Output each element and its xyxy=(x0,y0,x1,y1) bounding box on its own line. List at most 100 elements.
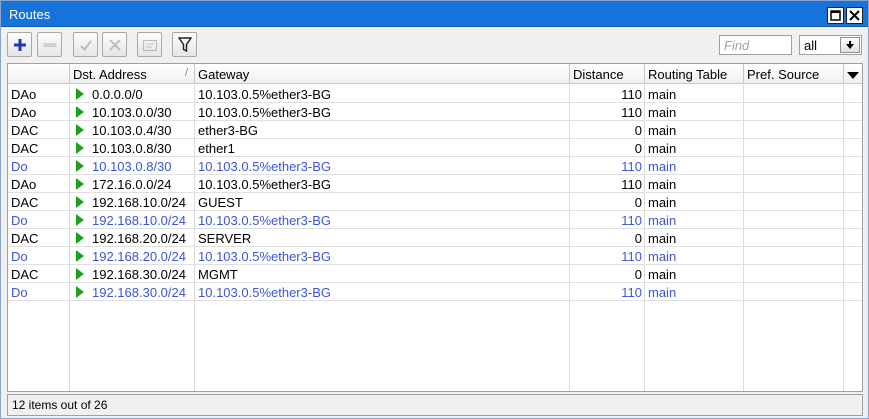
route-routing-table: main xyxy=(648,267,677,282)
route-dst-address: 0.0.0.0/0 xyxy=(70,85,195,103)
chevron-down-icon xyxy=(847,72,859,79)
route-active-icon xyxy=(76,286,84,298)
column-header-dst-address[interactable]: Dst. Address / xyxy=(70,64,195,84)
route-gateway: ether1 xyxy=(198,141,235,156)
route-dst-address-text: 192.168.20.0/24 xyxy=(92,249,186,264)
route-distance: 0 xyxy=(634,123,642,138)
route-distance: 0 xyxy=(634,231,642,246)
route-dst-address: 192.168.30.0/24 xyxy=(70,283,195,301)
table-row[interactable]: DAC 192.168.30.0/24 MGMT 0 main xyxy=(8,265,862,283)
route-active-icon xyxy=(76,250,84,262)
enable-button[interactable] xyxy=(73,32,98,57)
route-active-icon xyxy=(76,178,84,190)
route-pref-source xyxy=(744,139,844,157)
plus-icon xyxy=(13,38,26,51)
route-dst-address: 192.168.10.0/24 xyxy=(70,211,195,229)
column-header-gateway[interactable]: Gateway xyxy=(195,64,570,84)
close-button[interactable] xyxy=(846,7,863,24)
comment-button[interactable] xyxy=(137,32,162,57)
sort-indicator-icon: / xyxy=(184,67,188,79)
route-flags: DAo xyxy=(11,87,37,102)
table-row[interactable]: DAo 10.103.0.0/30 10.103.0.5%ether3-BG 1… xyxy=(8,103,862,121)
table-row[interactable]: Do 192.168.30.0/24 10.103.0.5%ether3-BG … xyxy=(8,283,862,301)
table-header: Dst. Address / Gateway Distance Routing … xyxy=(8,64,862,84)
filter-button[interactable] xyxy=(172,32,197,57)
route-dst-address-text: 10.103.0.4/30 xyxy=(92,123,172,138)
route-gateway: 10.103.0.5%ether3-BG xyxy=(198,159,331,174)
column-header-pref-source[interactable]: Pref. Source xyxy=(744,64,844,84)
column-header-flags[interactable] xyxy=(8,64,70,84)
filter-select-dropdown[interactable] xyxy=(840,37,860,53)
route-gateway: SERVER xyxy=(198,231,252,246)
route-active-icon xyxy=(76,196,84,208)
route-dst-address: 192.168.10.0/24 xyxy=(70,193,195,211)
column-header-routing-table[interactable]: Routing Table xyxy=(645,64,744,84)
table-body: DAo 0.0.0.0/0 10.103.0.5%ether3-BG 110 m… xyxy=(8,85,862,301)
table-row[interactable]: DAC 192.168.10.0/24 GUEST 0 main xyxy=(8,193,862,211)
route-gateway: MGMT xyxy=(198,267,238,282)
route-distance: 110 xyxy=(621,285,642,300)
route-active-icon xyxy=(76,160,84,172)
route-active-icon xyxy=(76,88,84,100)
route-distance: 110 xyxy=(621,249,642,264)
maximize-icon xyxy=(830,10,841,21)
route-distance: 0 xyxy=(634,195,642,210)
route-flags: Do xyxy=(11,213,28,228)
item-count: 12 items out of 26 xyxy=(12,398,108,412)
table-row[interactable]: DAC 10.103.0.4/30 ether3-BG 0 main xyxy=(8,121,862,139)
route-gateway: 10.103.0.5%ether3-BG xyxy=(198,105,331,120)
route-dst-address-text: 192.168.10.0/24 xyxy=(92,213,186,228)
route-routing-table: main xyxy=(648,285,677,300)
route-flags: DAC xyxy=(11,195,39,210)
add-button[interactable] xyxy=(7,32,32,57)
route-gateway: 10.103.0.5%ether3-BG xyxy=(198,285,331,300)
route-pref-source xyxy=(744,85,844,103)
route-dst-address: 192.168.20.0/24 xyxy=(70,229,195,247)
table-row[interactable]: Do 192.168.20.0/24 10.103.0.5%ether3-BG … xyxy=(8,247,862,265)
table-row[interactable]: DAo 0.0.0.0/0 10.103.0.5%ether3-BG 110 m… xyxy=(8,85,862,103)
route-dst-address: 192.168.20.0/24 xyxy=(70,247,195,265)
disable-button[interactable] xyxy=(102,32,127,57)
route-dst-address: 10.103.0.4/30 xyxy=(70,121,195,139)
route-flags: DAC xyxy=(11,267,39,282)
route-active-icon xyxy=(76,214,84,226)
table-row[interactable]: Do 192.168.10.0/24 10.103.0.5%ether3-BG … xyxy=(8,211,862,229)
column-header-distance[interactable]: Distance xyxy=(570,64,645,84)
route-gateway: 10.103.0.5%ether3-BG xyxy=(198,87,331,102)
route-active-icon xyxy=(76,142,84,154)
route-pref-source xyxy=(744,157,844,175)
column-header-label: Dst. Address xyxy=(73,67,147,82)
route-distance: 110 xyxy=(621,159,642,174)
route-active-icon xyxy=(76,232,84,244)
route-routing-table: main xyxy=(648,105,677,120)
note-icon xyxy=(142,39,157,51)
route-routing-table: main xyxy=(648,123,677,138)
table-row[interactable]: DAC 192.168.20.0/24 SERVER 0 main xyxy=(8,229,862,247)
route-distance: 0 xyxy=(634,141,642,156)
filter-icon xyxy=(177,36,192,52)
table-row[interactable]: DAo 172.16.0.0/24 10.103.0.5%ether3-BG 1… xyxy=(8,175,862,193)
route-dst-address: 172.16.0.0/24 xyxy=(70,175,195,193)
table-row[interactable]: Do 10.103.0.8/30 10.103.0.5%ether3-BG 11… xyxy=(8,157,862,175)
check-icon xyxy=(79,39,92,51)
remove-button[interactable] xyxy=(37,32,62,57)
maximize-button[interactable] xyxy=(827,7,844,24)
route-dst-address-text: 192.168.10.0/24 xyxy=(92,195,186,210)
route-dst-address-text: 10.103.0.8/30 xyxy=(92,141,172,156)
table-row[interactable]: DAC 10.103.0.8/30 ether1 0 main xyxy=(8,139,862,157)
route-pref-source xyxy=(744,265,844,283)
route-routing-table: main xyxy=(648,87,677,102)
find-input[interactable]: Find xyxy=(719,35,792,55)
route-pref-source xyxy=(744,121,844,139)
close-icon xyxy=(849,10,860,21)
routes-table: Dst. Address / Gateway Distance Routing … xyxy=(7,63,863,392)
title-bar[interactable]: Routes xyxy=(1,1,868,27)
route-dst-address: 10.103.0.8/30 xyxy=(70,157,195,175)
filter-select[interactable]: all xyxy=(799,35,862,55)
route-dst-address: 10.103.0.8/30 xyxy=(70,139,195,157)
route-dst-address-text: 0.0.0.0/0 xyxy=(92,87,143,102)
route-flags: DAC xyxy=(11,231,39,246)
route-dst-address-text: 192.168.20.0/24 xyxy=(92,231,186,246)
route-distance: 0 xyxy=(634,267,642,282)
column-menu-button[interactable] xyxy=(844,64,862,84)
